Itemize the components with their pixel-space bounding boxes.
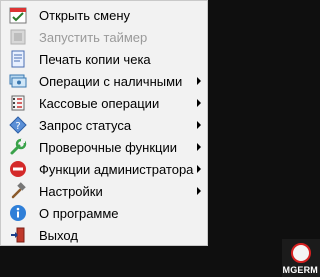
menu-item-label: О программе <box>39 205 119 221</box>
badge-logo-icon <box>291 243 311 263</box>
menu-item-start-timer[interactable]: Запустить таймер <box>1 26 207 48</box>
submenu-arrow-icon <box>197 121 201 129</box>
submenu-arrow-icon <box>197 165 201 173</box>
menu-item-label: Открыть смену <box>39 7 131 23</box>
no-entry-icon <box>9 160 27 178</box>
menu-item-status-request[interactable]: ? Запрос статуса <box>1 114 207 136</box>
settings-hammer-icon <box>9 182 27 200</box>
cash-register-icon <box>9 94 27 112</box>
timer-icon <box>9 28 27 46</box>
badge-label: MGERM <box>282 265 318 275</box>
menu-item-label: Запустить таймер <box>39 29 148 45</box>
status-diamond-icon: ? <box>9 116 27 134</box>
menu-item-open-shift[interactable]: Открыть смену <box>1 4 207 26</box>
cash-icon <box>9 72 27 90</box>
app-badge: MGERM <box>282 239 320 277</box>
info-icon <box>9 204 27 222</box>
menu-item-label: Выход <box>39 227 78 243</box>
menu-item-label: Запрос статуса <box>39 117 132 133</box>
submenu-arrow-icon <box>197 99 201 107</box>
menu-item-label: Печать копии чека <box>39 51 151 67</box>
wrench-icon <box>9 138 27 156</box>
menu-item-admin-functions[interactable]: Функции администратора <box>1 158 207 180</box>
menu-item-label: Операции с наличными <box>39 73 183 89</box>
menu-item-cash-operations[interactable]: Операции с наличными <box>1 70 207 92</box>
receipt-print-icon <box>9 50 27 68</box>
menu-item-settings[interactable]: Настройки <box>1 180 207 202</box>
svg-text:?: ? <box>15 121 20 132</box>
menu-item-label: Проверочные функции <box>39 139 177 155</box>
submenu-arrow-icon <box>197 77 201 85</box>
menu-item-label: Настройки <box>39 183 103 199</box>
menu-item-print-receipt-copy[interactable]: Печать копии чека <box>1 48 207 70</box>
context-menu: Открыть смену Запустить таймер Печать ко… <box>0 0 208 246</box>
exit-door-icon <box>9 226 27 244</box>
submenu-arrow-icon <box>197 143 201 151</box>
menu-item-exit[interactable]: Выход <box>1 224 207 246</box>
submenu-arrow-icon <box>197 187 201 195</box>
menu-item-check-functions[interactable]: Проверочные функции <box>1 136 207 158</box>
menu-item-label: Функции администратора <box>39 161 194 177</box>
menu-item-register-operations[interactable]: Кассовые операции <box>1 92 207 114</box>
menu-item-about[interactable]: О программе <box>1 202 207 224</box>
calendar-check-icon <box>9 6 27 24</box>
menu-item-label: Кассовые операции <box>39 95 160 111</box>
